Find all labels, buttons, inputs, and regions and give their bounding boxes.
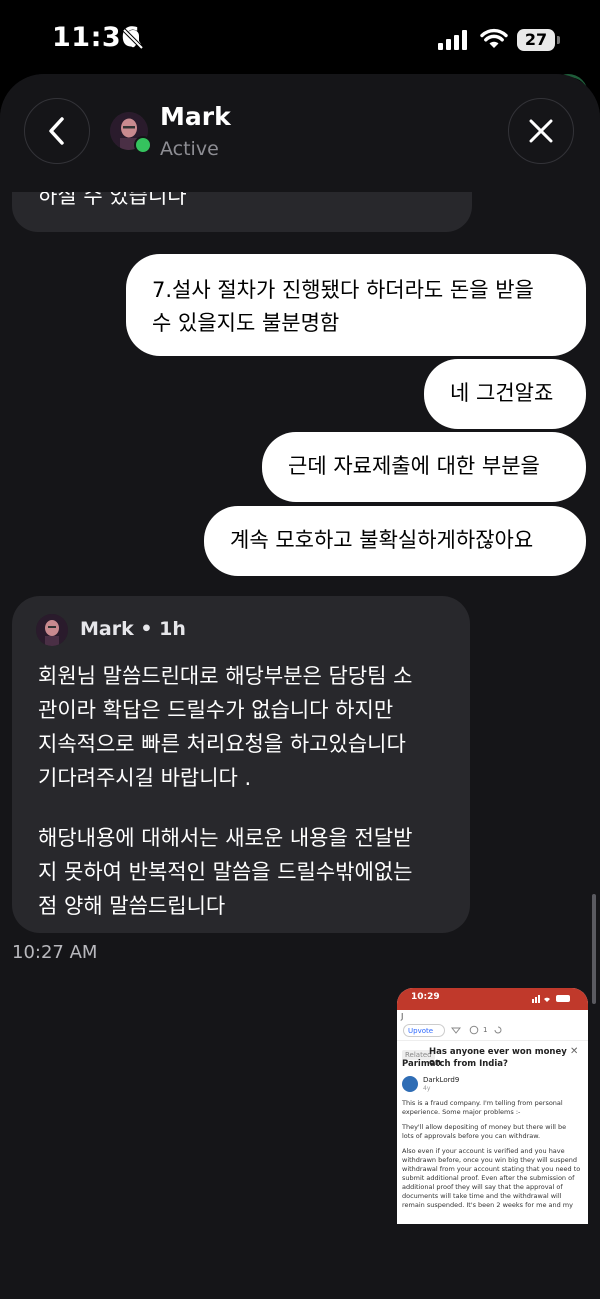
- message-line: 해당내용에 대해서는 새로운 내용을 전달받: [38, 826, 413, 850]
- chat-header: Mark Active: [0, 74, 600, 192]
- thumb-user-avatar: [402, 1076, 418, 1092]
- author-name: Mark • 1h: [80, 618, 186, 640]
- status-bar: 11:36 27: [0, 0, 600, 74]
- contact-name[interactable]: Mark: [160, 102, 231, 131]
- thumb-status-icons: [532, 995, 570, 1003]
- thumb-user-age: 4y: [423, 1085, 431, 1092]
- thumb-text-line: experience. Some major problems :-: [402, 1108, 521, 1116]
- contact-status: Active: [160, 138, 219, 160]
- outgoing-message-bubble: 네 그건알죠: [424, 359, 586, 429]
- incoming-message-card: Mark • 1h 회원님 말씀드린대로 해당부분은 담당팀 소 관이라 확답은…: [12, 596, 470, 933]
- close-icon: [529, 119, 553, 143]
- thumb-question-line2: Parimatch from India?: [402, 1059, 508, 1069]
- message-text: 근데 자료제출에 대한 부분을: [288, 454, 540, 478]
- thumb-text-line: remain suspended. It's been 2 weeks for …: [402, 1201, 573, 1209]
- message-text: 수 있을지도 불분명함: [152, 311, 340, 335]
- share-icon: [494, 1026, 502, 1034]
- message-line: 기다려주시길 바랍니다 .: [38, 766, 252, 790]
- close-button[interactable]: [508, 98, 574, 164]
- outgoing-message-bubble: 근데 자료제출에 대한 부분을: [262, 432, 586, 502]
- chevron-left-icon: [49, 117, 64, 145]
- image-attachment[interactable]: 10:29 J Upvote 1 Related ✕ Has anyone ev…: [397, 988, 588, 1224]
- chat-sheet: 하실 수 있습니다 7.설사 절차가 진행됐다 하더라도 돈을 받을 수 있을지…: [0, 74, 600, 1299]
- author-avatar: [36, 614, 68, 646]
- downvote-icon: [451, 1027, 461, 1034]
- outgoing-message-bubble: 계속 모호하고 불확실하게하잖아요: [204, 506, 586, 576]
- thumb-label: J: [401, 1012, 404, 1021]
- message-line: 회원님 말씀드린대로 해당부분은 담당팀 소: [38, 664, 413, 688]
- comment-icon: [469, 1025, 479, 1035]
- battery-indicator: 27: [517, 29, 555, 51]
- thumb-username: DarkLord9: [423, 1076, 460, 1084]
- message-text: 네 그건알죠: [450, 381, 554, 405]
- thumb-text-line: lots of approvals before you can withdra…: [402, 1132, 541, 1140]
- message-line: 지 못하여 반복적인 말씀을 드릴수밖에없는: [38, 860, 413, 884]
- outgoing-message-bubble: 7.설사 절차가 진행됐다 하더라도 돈을 받을 수 있을지도 불분명함: [126, 254, 586, 356]
- back-button[interactable]: [24, 98, 90, 164]
- battery-tip: [557, 36, 560, 44]
- cellular-signal-icon: [438, 30, 467, 50]
- bell-slash-icon: [122, 28, 144, 50]
- message-timestamp: 10:27 AM: [12, 942, 98, 963]
- scrollbar[interactable]: [592, 894, 596, 1004]
- message-text: 계속 모호하고 불확실하게하잖아요: [230, 528, 534, 552]
- message-line: 점 양해 말씀드립니다: [38, 894, 226, 918]
- online-status-dot: [134, 136, 152, 154]
- wifi-icon: [480, 28, 508, 48]
- thumb-status-bar: 10:29: [397, 988, 588, 1010]
- thumb-toolbar: Upvote 1: [397, 1022, 588, 1041]
- message-text: 7.설사 절차가 진행됐다 하더라도 돈을 받을: [152, 278, 534, 302]
- message-line: 지속적으로 빠른 처리요청을 하고있습니다: [38, 732, 406, 756]
- message-line: 관이라 확답은 드릴수가 없습니다 하지만: [38, 698, 394, 722]
- thumb-time: 10:29: [411, 992, 440, 1002]
- thumb-upvote: Upvote: [403, 1024, 445, 1037]
- thumb-comment-count: 1: [483, 1026, 488, 1034]
